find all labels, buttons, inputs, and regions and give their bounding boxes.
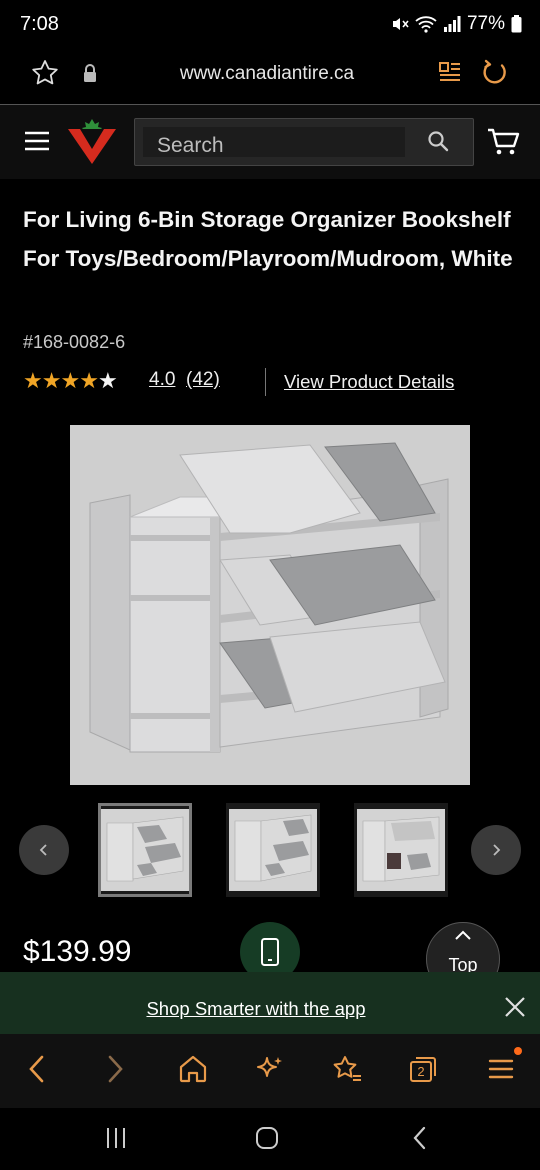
wifi-icon: [415, 16, 437, 33]
tabs-count: 2: [417, 1064, 425, 1079]
hamburger-menu-icon[interactable]: [24, 130, 50, 152]
home-icon[interactable]: [178, 1054, 208, 1084]
recent-apps-icon[interactable]: [104, 1126, 128, 1150]
chevron-up-icon: [455, 930, 471, 940]
tabs-button[interactable]: 2: [408, 1054, 438, 1084]
bookmarks-icon[interactable]: [331, 1054, 363, 1084]
product-title: For Living 6-Bin Storage Organizer Books…: [23, 207, 513, 271]
forward-icon[interactable]: [104, 1054, 126, 1084]
battery-percent: 77%: [466, 13, 505, 34]
star-filled-icon: ★: [60, 368, 80, 393]
thumbnail-3[interactable]: [354, 803, 448, 897]
thumbnail-2[interactable]: [226, 803, 320, 897]
canadian-tire-logo-icon[interactable]: [66, 119, 118, 165]
menu-icon[interactable]: [488, 1054, 514, 1084]
product-price: $139.99: [23, 935, 132, 968]
star-filled-icon: ★: [41, 368, 62, 393]
product-main-image[interactable]: [70, 425, 470, 785]
phone-icon: [261, 938, 279, 966]
star-filled-icon: ★: [79, 368, 99, 393]
carousel-next-button[interactable]: [471, 825, 521, 875]
rating-value[interactable]: 4.0: [149, 369, 175, 391]
home-button-icon[interactable]: [255, 1126, 279, 1150]
rating-count[interactable]: (42): [186, 369, 220, 391]
product-sku: #168-0082-6: [23, 332, 126, 352]
rating-stars[interactable]: ★ ★ ★ ★ ★: [23, 368, 118, 394]
browser-url-bar: www.canadiantire.ca: [0, 50, 540, 104]
close-icon[interactable]: [504, 996, 526, 1018]
system-back-icon[interactable]: [410, 1126, 430, 1150]
status-time: 7:08: [20, 13, 59, 35]
star-empty-icon: ★: [97, 368, 118, 393]
reader-mode-icon[interactable]: [436, 59, 464, 87]
view-product-details-link[interactable]: View Product Details: [284, 371, 454, 393]
mute-icon: [392, 18, 409, 30]
status-icons: 77%: [391, 13, 522, 35]
chevron-left-icon: [39, 844, 47, 856]
rating-row: ★ ★ ★ ★ ★ 4.0 (42) View Product Details: [23, 366, 523, 396]
app-banner: Shop Smarter with the app: [0, 972, 540, 1034]
sparkle-icon[interactable]: [255, 1054, 285, 1084]
search-bar[interactable]: Search: [134, 118, 474, 166]
divider: [265, 368, 266, 396]
thumbnail-1[interactable]: [98, 803, 192, 897]
notification-dot: [514, 1047, 522, 1055]
cart-icon[interactable]: [487, 127, 521, 157]
reload-icon[interactable]: [480, 58, 510, 88]
chevron-right-icon: [493, 844, 501, 856]
browser-toolbar: 2: [0, 1034, 540, 1108]
signal-icon: [443, 16, 461, 32]
shop-smarter-link[interactable]: Shop Smarter with the app: [0, 998, 512, 1020]
search-placeholder: Search: [157, 134, 224, 157]
status-bar: 7:08 77%: [0, 0, 540, 50]
search-icon[interactable]: [427, 130, 449, 152]
site-header: Search: [0, 105, 540, 179]
back-icon[interactable]: [26, 1054, 48, 1084]
star-filled-icon: ★: [23, 368, 43, 393]
system-nav-bar: [0, 1108, 540, 1170]
battery-icon: [511, 15, 522, 33]
carousel-prev-button[interactable]: [19, 825, 69, 875]
